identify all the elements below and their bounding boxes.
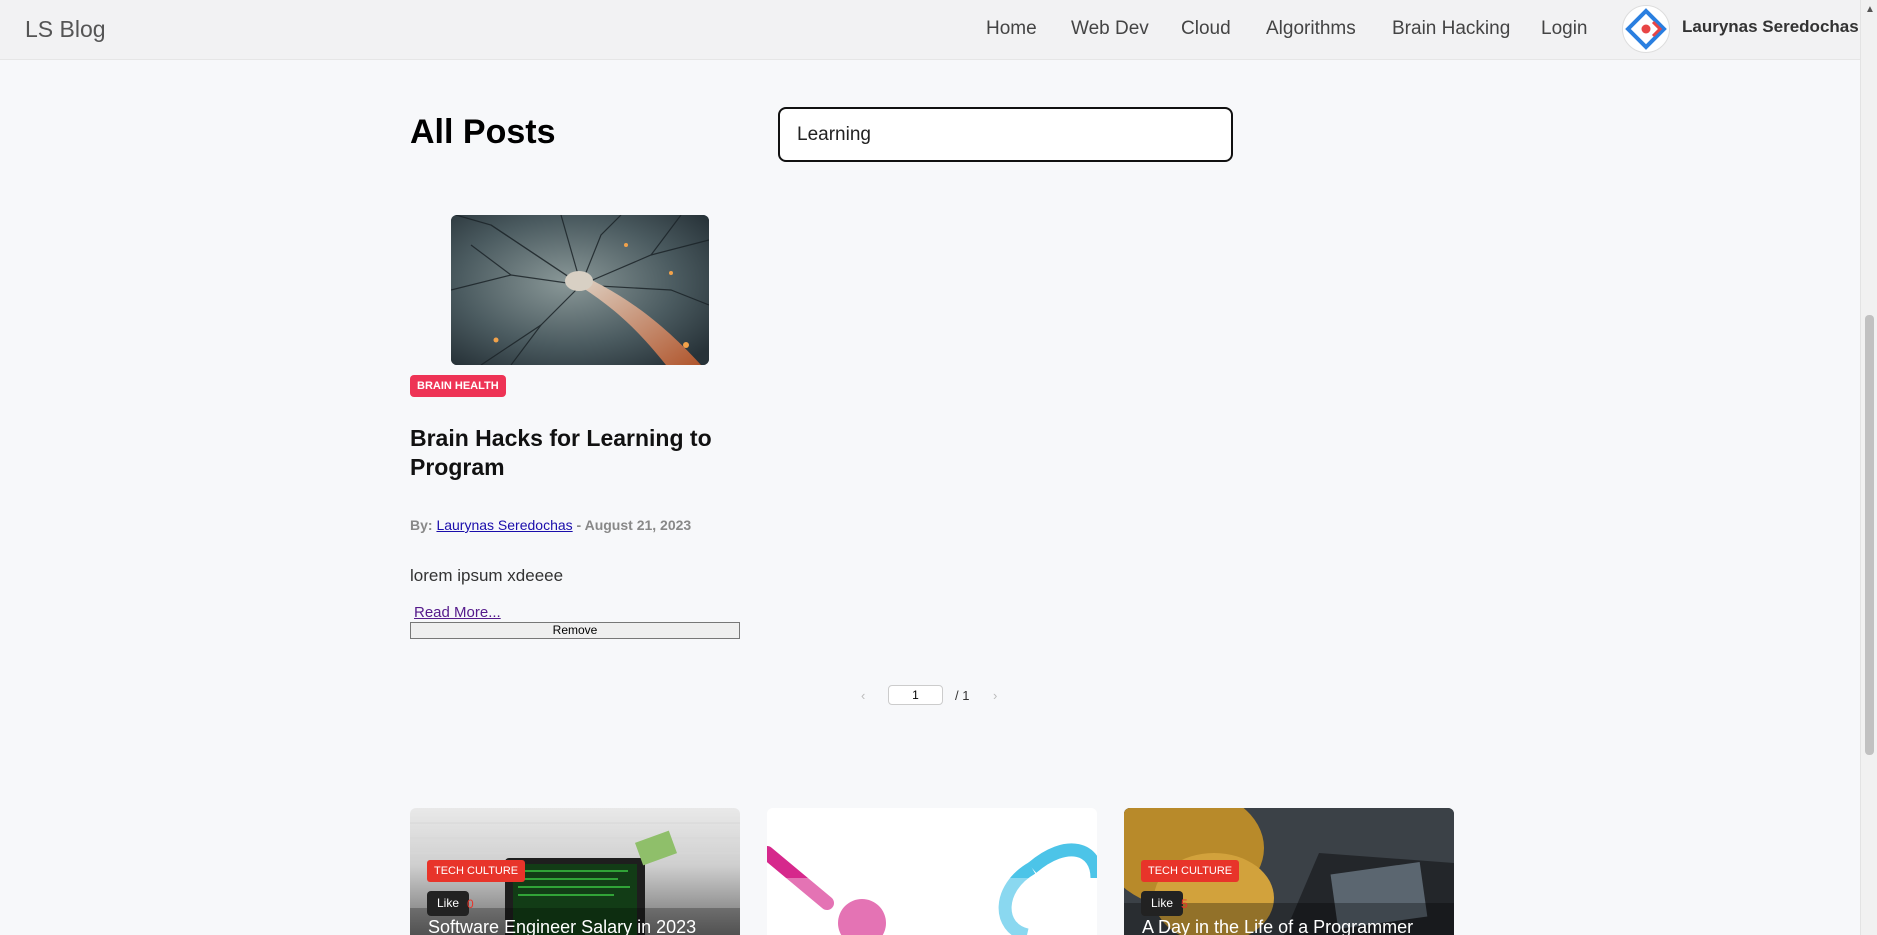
scroll-up-arrow-icon[interactable]: ▲ [1865,4,1875,15]
scrollbar-thumb[interactable] [1865,315,1874,755]
post-title[interactable]: Brain Hacks for Learning to Program [410,424,730,482]
like-button[interactable]: Like [427,891,470,916]
post-excerpt: lorem ipsum xdeeee [410,566,564,585]
remove-button[interactable]: Remove [410,622,740,639]
user-name[interactable]: Laurynas Seredochas [1682,17,1859,37]
page-title: All Posts [410,113,556,151]
nav-link-algorithms[interactable]: Algorithms [1266,18,1356,40]
nav-link-brain-hacking[interactable]: Brain Hacking [1392,18,1510,40]
nav-link-login[interactable]: Login [1541,18,1588,40]
brand-logo-text[interactable]: LS Blog [25,16,106,43]
neuron-image[interactable] [451,215,709,365]
by-label: By: [410,517,433,533]
nav-link-cloud[interactable]: Cloud [1181,18,1231,40]
category-badge[interactable]: BRAIN HEALTH [410,375,506,397]
featured-title[interactable]: Software Engineer Salary in 2023 [428,917,696,935]
featured-card[interactable]: TECH CULTURE Like 0 Software Engineer Sa… [410,808,740,935]
featured-category-badge[interactable]: TECH CULTURE [1141,860,1240,882]
page-scrollbar[interactable]: ▲ [1860,0,1877,935]
nav-link-web-dev[interactable]: Web Dev [1071,18,1149,40]
like-count: 0 [467,897,474,911]
post-meta: By: Laurynas Seredochas - August 21, 202… [410,517,691,533]
featured-title[interactable]: A Day in the Life of a Programmer [1142,917,1413,935]
navbar: LS Blog Home Web Dev Cloud Algorithms Br… [0,0,1860,60]
post-date: August 21, 2023 [584,517,692,533]
featured-category-badge[interactable]: TECH CULTURE [427,860,526,882]
read-more-link[interactable]: Read More... [414,604,501,621]
page-total: / 1 [955,688,970,703]
search-input[interactable] [778,107,1233,162]
chevron-left-icon[interactable]: ‹ [861,688,865,703]
author-link[interactable]: Laurynas Seredochas [436,517,572,533]
chevron-right-icon[interactable]: › [993,688,997,703]
nav-link-home[interactable]: Home [986,18,1037,40]
react-logo-icon[interactable] [1622,5,1670,53]
featured-card[interactable] [767,808,1097,935]
like-count: 5 [1181,897,1188,911]
featured-card[interactable]: TECH CULTURE Like 5 A Day in the Life of… [1124,808,1454,935]
page-number-input[interactable] [888,685,943,705]
like-button[interactable]: Like [1141,891,1184,916]
date-separator: - [576,517,582,533]
